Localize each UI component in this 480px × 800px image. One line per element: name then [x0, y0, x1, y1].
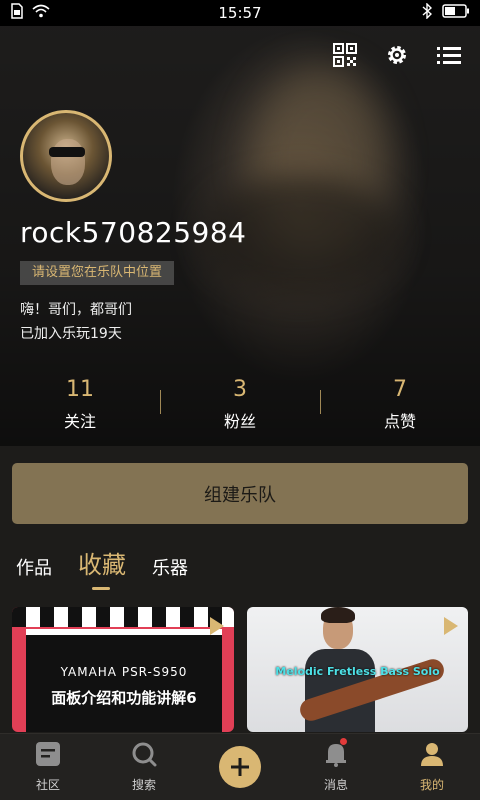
bell-icon: [324, 741, 348, 770]
set-band-position-button[interactable]: 请设置您在乐队中位置: [20, 261, 175, 285]
clock: 15:57: [218, 4, 262, 22]
battery-icon: [442, 4, 470, 22]
tab-works[interactable]: 作品: [16, 554, 52, 580]
nav-profile[interactable]: 我的: [384, 734, 480, 800]
video-card[interactable]: Melodic Fretless Bass Solo: [247, 607, 468, 732]
keyboard-decoration: [12, 607, 234, 627]
status-bar: 15:57: [0, 0, 480, 26]
gear-icon[interactable]: [384, 42, 410, 68]
profile-icon: [419, 741, 445, 770]
bio-text: 嗨！哥们，都哥们: [20, 302, 132, 318]
tab-favorites[interactable]: 收藏: [78, 545, 126, 590]
nav-community[interactable]: 社区: [0, 734, 96, 800]
avatar[interactable]: [20, 110, 112, 202]
nav-label: 我的: [419, 778, 444, 792]
sim-card-icon: [10, 3, 24, 23]
tab-instruments[interactable]: 乐器: [152, 554, 188, 580]
stat-value: 11: [66, 377, 94, 402]
nav-create[interactable]: [192, 734, 288, 800]
stat-value: 3: [233, 377, 247, 402]
video-thumbnail: YAMAHA PSR-S950 面板介绍和功能讲解6: [26, 629, 222, 732]
nav-label: 消息: [323, 778, 348, 792]
video-title: Melodic Fretless Bass Solo: [275, 665, 440, 678]
qr-code-icon[interactable]: [332, 42, 358, 68]
header-actions: [332, 42, 462, 68]
stat-followers[interactable]: 3 粉丝: [160, 376, 320, 436]
plus-icon[interactable]: [219, 746, 261, 788]
nav-messages[interactable]: 消息: [288, 734, 384, 800]
video-title: 面板介绍和功能讲解6: [51, 689, 197, 707]
bottom-navigation: 社区 搜索 消息 我的: [0, 733, 480, 800]
list-menu-icon[interactable]: [436, 42, 462, 68]
stat-label: 关注: [63, 412, 96, 431]
play-icon: [444, 617, 458, 635]
community-icon: [35, 741, 61, 770]
username: rock570825984: [20, 216, 247, 249]
stat-likes[interactable]: 7 点赞: [320, 376, 480, 436]
stat-label: 点赞: [383, 412, 416, 431]
content-tabs: 作品 收藏 乐器: [16, 545, 188, 590]
video-card[interactable]: YAMAHA PSR-S950 面板介绍和功能讲解6: [12, 607, 234, 732]
video-subtitle: YAMAHA PSR-S950: [60, 665, 188, 679]
notification-dot: [340, 738, 347, 745]
profile-stats: 11 关注 3 粉丝 7 点赞: [0, 376, 480, 436]
nav-label: 社区: [35, 778, 60, 792]
stat-following[interactable]: 11 关注: [0, 376, 160, 436]
wifi-icon: [32, 4, 50, 22]
nav-label: 搜索: [131, 778, 156, 792]
stat-label: 粉丝: [223, 412, 256, 431]
build-band-button[interactable]: 组建乐队: [12, 463, 468, 524]
stat-value: 7: [393, 377, 407, 402]
bluetooth-icon: [422, 2, 433, 23]
search-icon: [131, 741, 157, 770]
play-icon: [210, 617, 224, 635]
joined-days-text: 已加入乐玩19天: [20, 326, 122, 342]
nav-search[interactable]: 搜索: [96, 734, 192, 800]
